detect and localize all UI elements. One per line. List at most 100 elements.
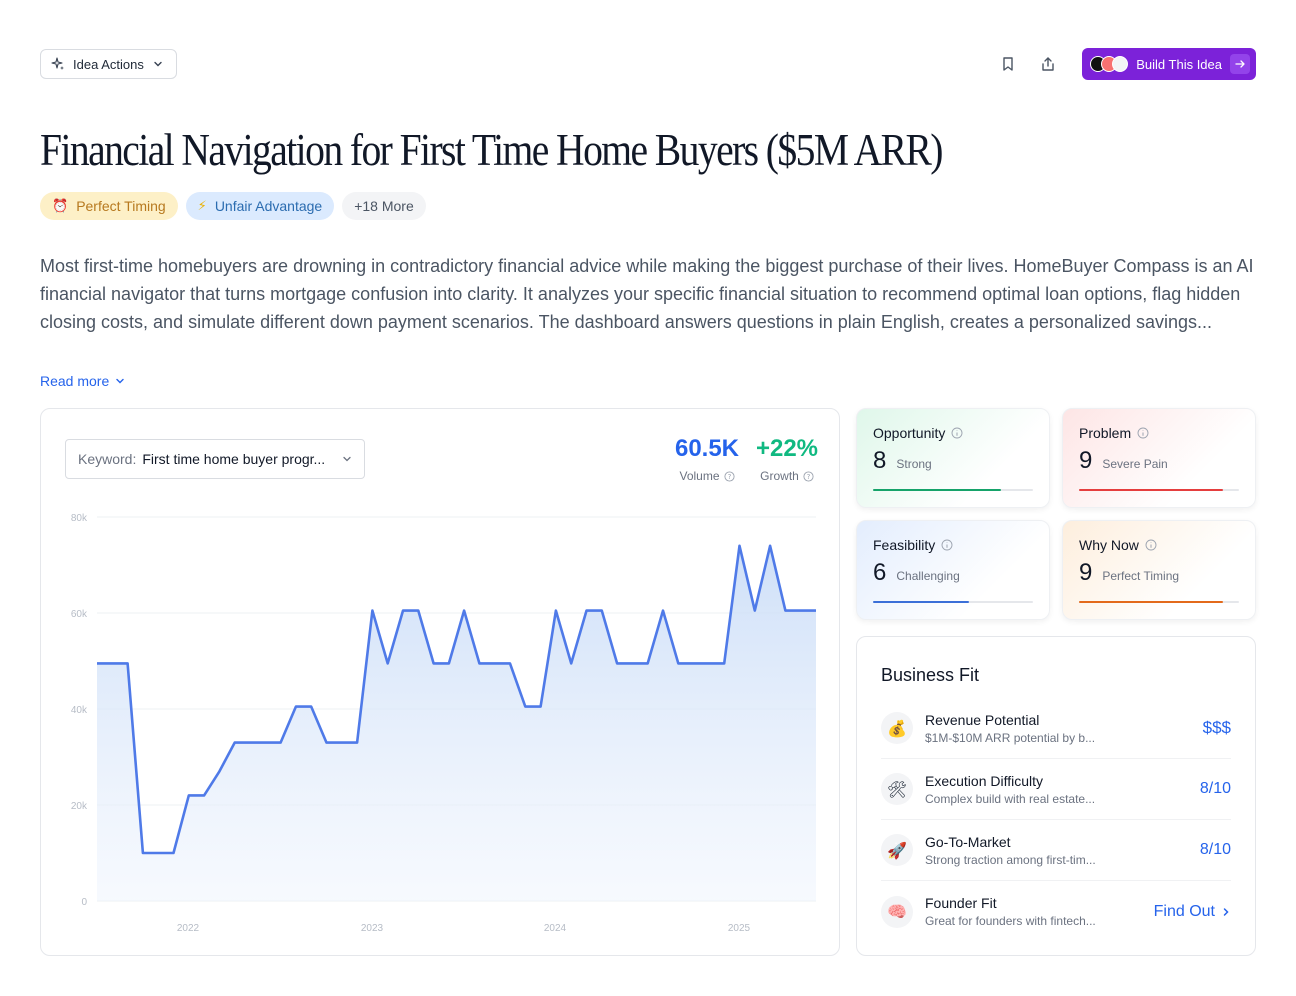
problem-score-card[interactable]: Problem 9 Severe Pain	[1062, 408, 1256, 508]
trend-chart-card: 0 20k 40k 60k 80k 2022 2023 2024 2025 Keyword: F…	[40, 408, 840, 956]
help-icon: ?	[803, 470, 814, 482]
score-title: Problem	[1079, 425, 1132, 441]
score-bar	[1079, 489, 1239, 491]
tag-chips: ⏰ Perfect Timing ⚡ Unfair Advantage +18 …	[40, 192, 426, 220]
x-tick-label: 2024	[544, 923, 567, 934]
growth-value: +22%	[755, 435, 819, 462]
business-fit-card: Business Fit 💰 Revenue Potential $1M-$10M…	[856, 636, 1256, 956]
score-bar	[873, 601, 1033, 603]
alarm-clock-icon: ⏰	[52, 198, 69, 214]
why-now-score-card[interactable]: Why Now 9 Perfect Timing	[1062, 520, 1256, 620]
score-bar	[873, 489, 1033, 491]
brain-icon: 🧠	[881, 895, 913, 928]
y-tick-label: 40k	[71, 705, 88, 716]
series-area	[97, 545, 816, 901]
x-tick-label: 2022	[177, 923, 200, 934]
fit-row-go-to-market[interactable]: 🚀 Go-To-Market Strong traction among firs…	[881, 820, 1231, 881]
chip-label: Perfect Timing	[76, 198, 166, 214]
share-icon[interactable]	[1038, 54, 1058, 74]
tools-icon: 🛠	[881, 773, 913, 805]
fit-value: 8/10	[1199, 780, 1231, 797]
score-value: 8	[873, 447, 887, 474]
score-desc: Perfect Timing	[1102, 569, 1180, 583]
chevron-right-icon	[1223, 907, 1229, 916]
lightning-icon: ⚡	[197, 198, 207, 214]
keyword-value: First time home buyer progr...	[142, 451, 326, 467]
page-title: Financial Navigation for First Time Home…	[40, 125, 943, 175]
keyword-label: Keyword:	[78, 451, 137, 467]
fit-name: Revenue Potential	[925, 711, 1040, 728]
score-value: 6	[873, 559, 887, 586]
info-icon	[951, 427, 963, 439]
chip-unfair-advantage[interactable]: ⚡ Unfair Advantage	[185, 192, 335, 220]
opportunity-score-card[interactable]: Opportunity 8 Strong	[856, 408, 1050, 508]
fit-value: 8/10	[1199, 841, 1231, 858]
idea-actions-label: Idea Actions	[73, 56, 144, 72]
rocket-icon: 🚀	[881, 834, 913, 866]
build-this-idea-button[interactable]: Build This Idea	[1082, 48, 1256, 80]
volume-stat: 60.5K Volume ?	[663, 435, 751, 483]
feasibility-score-card[interactable]: Feasibility 6 Challenging	[856, 520, 1050, 620]
volume-label: Volume	[679, 469, 720, 483]
y-tick-label: 20k	[71, 801, 88, 812]
score-desc: Strong	[896, 457, 932, 471]
trend-chart: 0 20k 40k 60k 80k 2022 2023 2024 2025	[71, 513, 816, 934]
info-icon	[1145, 539, 1157, 551]
fit-name: Founder Fit	[925, 895, 997, 911]
avatar-group	[1090, 56, 1129, 72]
y-tick-label: 60k	[71, 609, 88, 620]
arrow-right-icon	[1230, 54, 1250, 74]
score-bar-fill	[1079, 601, 1223, 603]
money-bag-icon: 💰	[881, 712, 913, 744]
x-tick-label: 2025	[728, 923, 751, 934]
sparkle-icon	[51, 57, 64, 70]
fit-sub: Great for founders with fintech...	[925, 914, 1096, 928]
chip-more[interactable]: +18 More	[342, 192, 426, 220]
svg-text:?: ?	[806, 473, 810, 481]
chevron-down-icon	[154, 61, 162, 67]
score-value: 9	[1079, 559, 1093, 586]
fit-value: $$$	[1202, 718, 1231, 737]
find-out-link[interactable]: Find Out	[1154, 903, 1231, 921]
help-icon: ?	[723, 470, 735, 482]
fit-row-revenue-potential[interactable]: 💰 Revenue Potential $1M-$10M ARR potentia…	[881, 698, 1231, 759]
fit-sub: Strong traction among first-tim...	[925, 852, 1096, 867]
growth-label: Growth	[760, 469, 799, 483]
score-bar-fill	[873, 489, 1001, 491]
read-more-link[interactable]: Read more	[40, 373, 125, 389]
x-tick-label: 2023	[361, 923, 384, 934]
info-icon	[941, 539, 953, 551]
fit-sub: Complex build with real estate...	[925, 791, 1096, 806]
idea-description: Most first-time homebuyers are drowning …	[40, 256, 1254, 332]
find-out-label: Find Out	[1153, 902, 1215, 920]
business-fit-title: Business Fit	[881, 665, 980, 685]
svg-text:?: ?	[727, 473, 731, 481]
volume-value: 60.5K	[674, 435, 740, 462]
score-desc: Challenging	[896, 569, 960, 583]
chip-perfect-timing[interactable]: ⏰ Perfect Timing	[40, 192, 178, 220]
bookmark-icon[interactable]	[998, 54, 1018, 74]
fit-row-founder-fit[interactable]: 🧠 Founder Fit Great for founders with fin…	[881, 881, 1231, 942]
score-title: Opportunity	[873, 425, 946, 441]
fit-name: Go-To-Market	[925, 833, 1011, 850]
fit-sub: $1M-$10M ARR potential by b...	[925, 730, 1096, 745]
chevron-down-icon	[343, 456, 351, 462]
idea-actions-button[interactable]: Idea Actions	[40, 49, 177, 79]
score-bar	[1079, 601, 1239, 603]
score-title: Feasibility	[873, 537, 936, 553]
info-icon	[1137, 427, 1149, 439]
keyword-select[interactable]: Keyword: First time home buyer progr...	[65, 439, 365, 479]
score-title: Why Now	[1079, 537, 1139, 553]
score-bar-fill	[873, 601, 969, 603]
score-bar-fill	[1079, 489, 1223, 491]
chevron-down-icon	[116, 378, 124, 384]
growth-stat: +22% Growth ?	[747, 435, 827, 483]
score-value: 9	[1079, 447, 1093, 474]
y-tick-label: 80k	[71, 513, 88, 524]
chip-label: Unfair Advantage	[214, 198, 323, 214]
chip-label: +18 More	[354, 198, 414, 214]
fit-row-execution-difficulty[interactable]: 🛠 Execution Difficulty Complex build with…	[881, 759, 1231, 820]
score-desc: Severe Pain	[1102, 457, 1168, 471]
avatar	[1112, 56, 1129, 72]
read-more-label: Read more	[40, 373, 110, 389]
